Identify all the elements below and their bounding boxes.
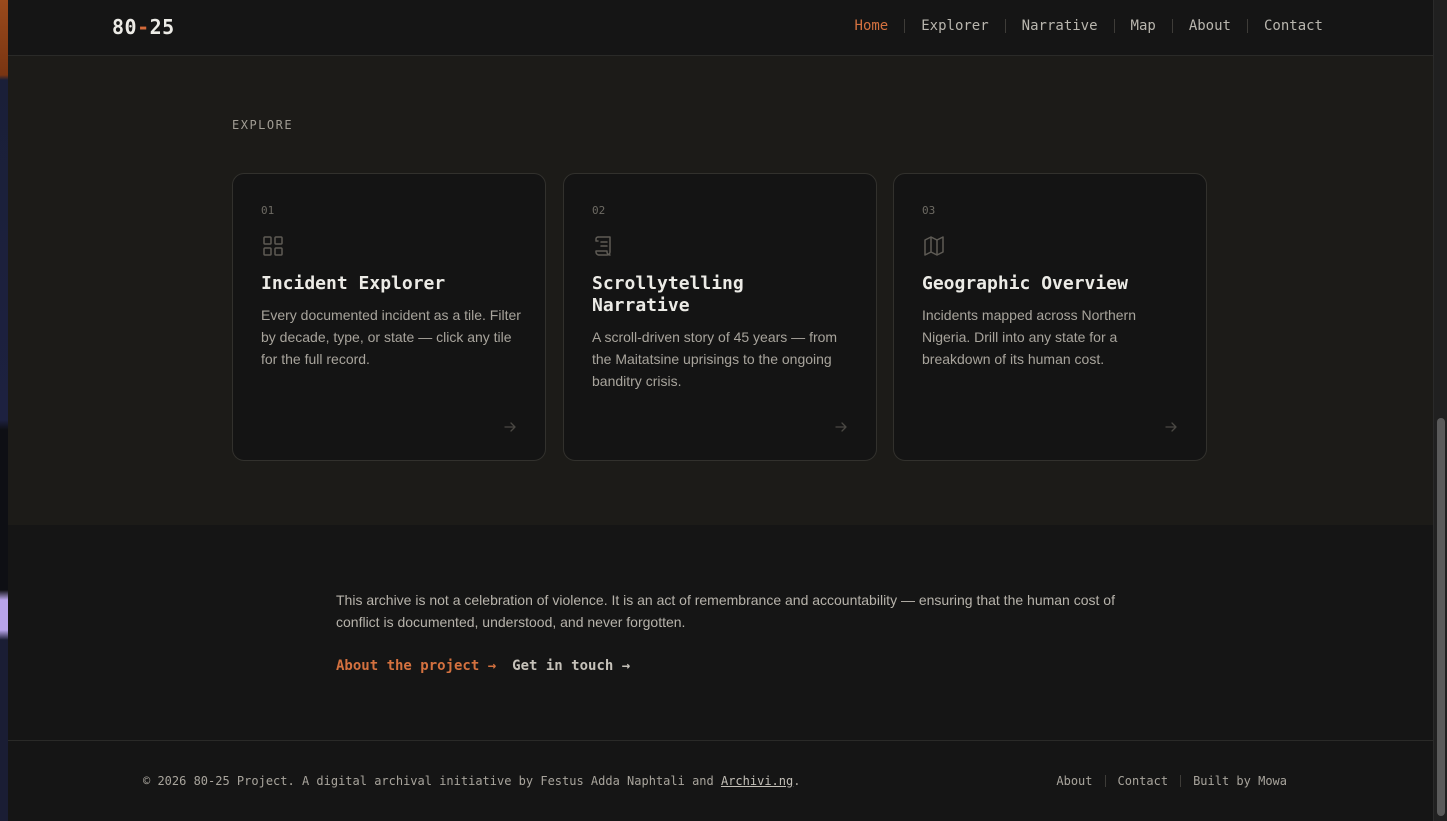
- card-incident-explorer[interactable]: 01 Incident Explorer Every documented in…: [232, 173, 546, 461]
- nav-links: Home Explorer Narrative Map About Contac…: [855, 18, 1323, 34]
- mission-section: This archive is not a celebration of vio…: [8, 525, 1433, 741]
- nav-separator: [1171, 19, 1173, 33]
- card-description: Incidents mapped across Northern Nigeria…: [922, 307, 1136, 367]
- about-project-link[interactable]: About the project →: [336, 658, 496, 674]
- nav-separator: [1246, 19, 1248, 33]
- card-number: 02: [592, 204, 606, 217]
- nav-link-home[interactable]: Home: [855, 18, 889, 34]
- nav-link-narrative[interactable]: Narrative: [1022, 18, 1098, 34]
- footer-links: About Contact Built by Mowa: [1056, 774, 1287, 788]
- site-footer: © 2026 80-25 Project. A digital archival…: [8, 742, 1433, 821]
- footer-link-contact[interactable]: Contact: [1118, 774, 1169, 788]
- desktop-background-strip: [0, 0, 8, 821]
- footer-link-about[interactable]: About: [1056, 774, 1092, 788]
- logo-part-left: 80: [112, 15, 138, 39]
- card-number: 03: [922, 204, 936, 217]
- nav-link-explorer[interactable]: Explorer: [921, 18, 988, 34]
- nav-link-contact[interactable]: Contact: [1264, 18, 1323, 34]
- card-scrollytelling-narrative[interactable]: 02 Scrollytelling Narrative A scroll-dri…: [563, 173, 877, 461]
- nav-separator: [1004, 19, 1006, 33]
- scrollbar-thumb[interactable]: [1437, 418, 1445, 816]
- mission-statement: This archive is not a celebration of vio…: [336, 592, 1115, 630]
- section-label: EXPLORE: [232, 118, 294, 132]
- footer-separator: [1104, 775, 1106, 787]
- archivi-link[interactable]: Archivi.ng: [721, 774, 793, 788]
- card-title: Incident Explorer: [261, 273, 446, 294]
- logo-dash: -: [137, 15, 150, 39]
- vertical-scrollbar[interactable]: [1433, 0, 1447, 821]
- top-navigation: 80-25 Home Explorer Narrative Map About …: [8, 0, 1433, 56]
- map-icon: [924, 236, 944, 256]
- footer-link-built-by[interactable]: Built by Mowa: [1193, 774, 1287, 788]
- copyright-text: © 2026 80-25 Project. A digital archival…: [143, 774, 800, 788]
- arrow-right-icon: [1165, 422, 1177, 432]
- logo-part-right: 25: [149, 15, 175, 39]
- arrow-right-icon: [835, 422, 847, 432]
- footer-separator: [1180, 775, 1182, 787]
- browser-viewport: 80-25 Home Explorer Narrative Map About …: [8, 0, 1433, 821]
- card-number: 01: [261, 204, 275, 217]
- card-description: Every documented incident as a tile. Fil…: [261, 307, 521, 367]
- grid-icon: [263, 236, 283, 256]
- card-description: A scroll-driven story of 45 years — from…: [592, 329, 838, 389]
- explore-section: EXPLORE 01 Incident Explorer Every docum…: [8, 56, 1433, 525]
- nav-separator: [1113, 19, 1115, 33]
- nav-link-about[interactable]: About: [1189, 18, 1231, 34]
- get-in-touch-link[interactable]: Get in touch →: [512, 658, 630, 674]
- scroll-icon: [595, 236, 611, 256]
- card-title: Geographic Overview: [922, 273, 1128, 294]
- nav-link-map[interactable]: Map: [1131, 18, 1156, 34]
- site-logo[interactable]: 80-25: [112, 15, 175, 39]
- nav-separator: [904, 19, 906, 33]
- mission-links: About the project → Get in touch →: [336, 658, 630, 674]
- arrow-right-icon: [504, 422, 516, 432]
- card-title: Scrollytelling Narrative: [592, 273, 744, 316]
- copyright-suffix: .: [793, 774, 801, 788]
- copyright-prefix: © 2026 80-25 Project. A digital archival…: [143, 774, 721, 788]
- card-geographic-overview[interactable]: 03 Geographic Overview Incidents mapped …: [893, 173, 1207, 461]
